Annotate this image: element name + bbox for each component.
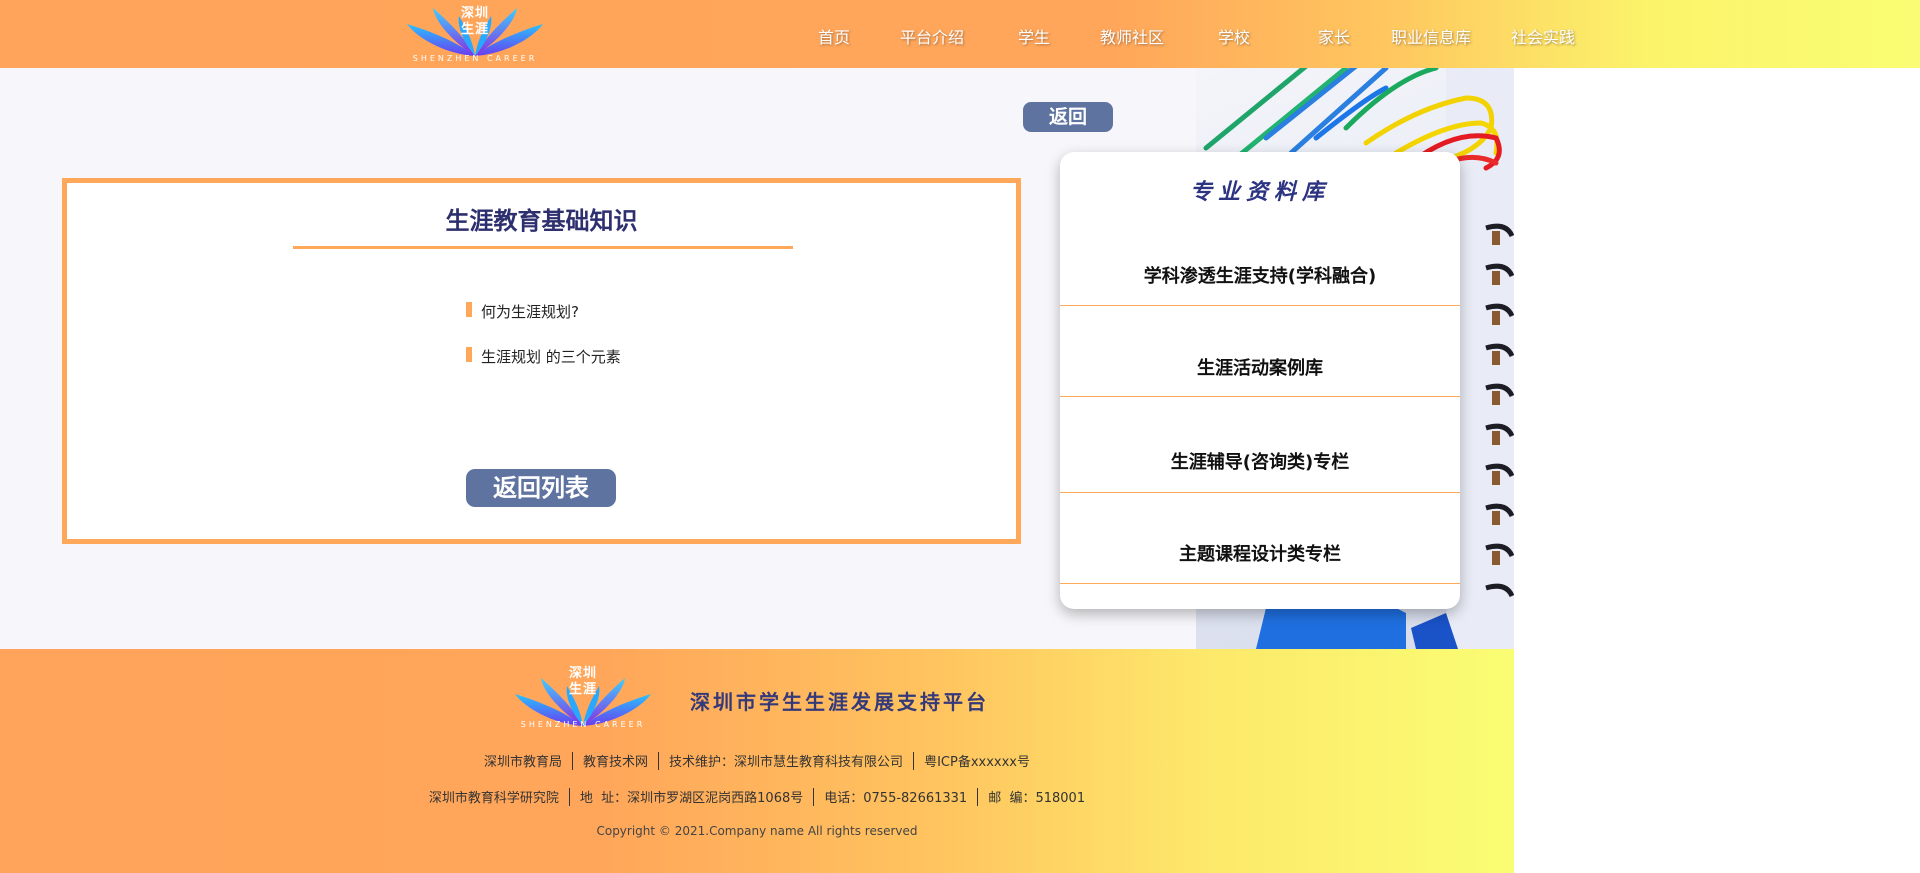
nav-teacher-community[interactable]: 教师社区 xyxy=(1100,24,1164,48)
logo-subtext: SHENZHEN CAREER xyxy=(412,54,538,63)
divider xyxy=(1060,492,1460,493)
panel-title: 专业资料库 xyxy=(1189,179,1330,205)
footer-phone: 电话：0755-82661331 xyxy=(824,791,968,806)
divider xyxy=(658,751,660,770)
divider xyxy=(913,751,915,770)
article-title: 生涯教育基础知识 xyxy=(445,207,638,235)
back-button[interactable]: 返回 xyxy=(1023,102,1113,132)
title-divider xyxy=(293,246,793,249)
footer-links-row: 深圳市教育局 教育技术网 技术维护：深圳市慧生教育科技有限公司 粤ICP备xxxxxx… xyxy=(0,751,1514,770)
footer-platform-title: 深圳市学生生涯发展支持平台 xyxy=(690,690,989,714)
resource-library-panel: 专业资料库 学科渗透生涯支持(学科融合) 生涯活动案例库 生涯辅导(咨询类)专栏… xyxy=(1060,152,1460,609)
footer-logo-text: 深圳 生涯 xyxy=(568,666,597,697)
copyright: Copyright © 2021.Company name All rights… xyxy=(596,824,918,838)
article-link-label[interactable]: 生涯规划 的三个元素 xyxy=(481,346,621,367)
nav-parent[interactable]: 家长 xyxy=(1318,24,1350,48)
divider xyxy=(568,787,570,806)
footer-icp[interactable]: 粤ICP备xxxxxx号 xyxy=(924,755,1030,770)
article-link-label[interactable]: 何为生涯规划? xyxy=(481,301,579,322)
site-logo[interactable]: 深圳 生涯 SHENZHEN CAREER xyxy=(405,2,545,66)
footer-logo-subtext: SHENZHEN CAREER xyxy=(520,720,646,729)
footer: 深圳 生涯 SHENZHEN CAREER 深圳市学生生涯发展支持平台 深圳市教… xyxy=(0,649,1514,873)
nav-social-practice[interactable]: 社会实践 xyxy=(1511,24,1575,48)
divider xyxy=(1060,583,1460,584)
logo-text: 深圳 生涯 xyxy=(460,6,489,37)
divider xyxy=(813,787,815,806)
divider xyxy=(1060,396,1460,397)
panel-item-course-design[interactable]: 主题课程设计类专栏 xyxy=(1060,540,1460,566)
footer-link[interactable]: 深圳市教育局 xyxy=(484,755,562,770)
nav-student[interactable]: 学生 xyxy=(1018,24,1050,48)
footer-logo[interactable]: 深圳 生涯 SHENZHEN CAREER xyxy=(513,666,653,730)
top-navbar: 深圳 生涯 SHENZHEN CAREER 首页 平台介绍 学生 教师社区 学校… xyxy=(0,0,1920,68)
bullet-bar xyxy=(466,347,472,362)
panel-item-subject-integration[interactable]: 学科渗透生涯支持(学科融合) xyxy=(1060,262,1460,288)
footer-link[interactable]: 深圳市教育科学研究院 xyxy=(429,791,559,806)
bullet-bar xyxy=(466,302,472,317)
back-to-list-button[interactable]: 返回列表 xyxy=(466,469,616,507)
footer-link[interactable]: 教育技术网 xyxy=(583,755,648,770)
divider xyxy=(572,751,574,770)
footer-address: 地 址：深圳市罗湖区泥岗西路1068号 xyxy=(579,791,804,806)
nav-home[interactable]: 首页 xyxy=(818,24,850,48)
nav-school[interactable]: 学校 xyxy=(1218,24,1250,48)
nav-platform-intro[interactable]: 平台介绍 xyxy=(900,24,964,48)
nav-career-database[interactable]: 职业信息库 xyxy=(1391,24,1471,48)
divider xyxy=(1060,305,1460,306)
footer-postcode: 邮 编：518001 xyxy=(988,791,1086,806)
footer-maintainer: 技术维护：深圳市慧生教育科技有限公司 xyxy=(669,755,904,770)
footer-contact-row: 深圳市教育科学研究院 地 址：深圳市罗湖区泥岗西路1068号 电话：0755-826… xyxy=(0,787,1514,806)
article-card: 生涯教育基础知识 何为生涯规划? 生涯规划 的三个元素 返回列表 xyxy=(62,178,1021,544)
divider xyxy=(977,787,979,806)
panel-item-activity-cases[interactable]: 生涯活动案例库 xyxy=(1060,354,1460,380)
panel-item-counseling[interactable]: 生涯辅导(咨询类)专栏 xyxy=(1060,448,1460,474)
